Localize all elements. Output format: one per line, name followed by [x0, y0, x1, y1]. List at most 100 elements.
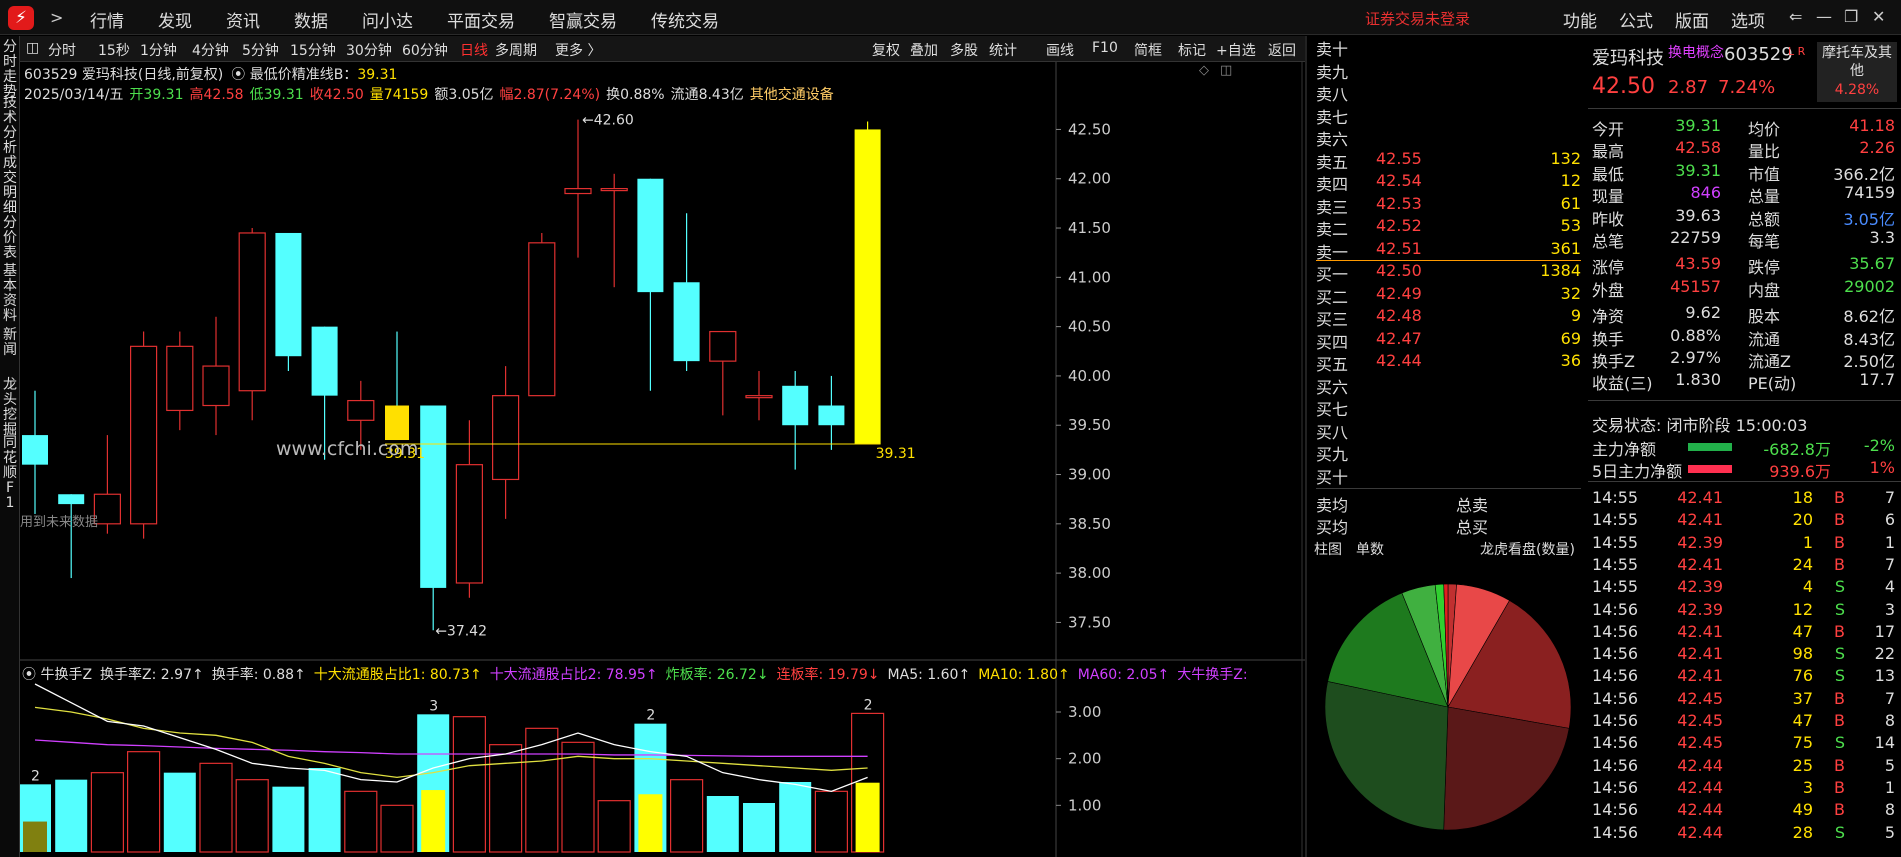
- turnover-bar[interactable]: [669, 779, 704, 853]
- candle[interactable]: [275, 232, 302, 371]
- turnover-bar[interactable]: [706, 796, 739, 852]
- candle[interactable]: [818, 375, 845, 450]
- turnover-bar[interactable]: [90, 772, 125, 853]
- candle[interactable]: [385, 331, 409, 441]
- buy-row[interactable]: 买六: [1316, 374, 1581, 397]
- candle[interactable]: [673, 213, 700, 371]
- period-3[interactable]: 4分钟: [192, 40, 229, 60]
- buy-row[interactable]: 买七: [1316, 396, 1581, 419]
- tool-8[interactable]: +自选: [1216, 40, 1256, 60]
- left-tab-1[interactable]: 技术分析: [0, 96, 20, 156]
- turnover-bar[interactable]: [272, 786, 305, 852]
- tool-7[interactable]: 标记: [1178, 40, 1206, 60]
- candle[interactable]: [854, 121, 881, 444]
- sell-row[interactable]: 卖十: [1316, 36, 1581, 59]
- tool-4[interactable]: 画线: [1046, 40, 1074, 60]
- turnover-bar[interactable]: [126, 751, 161, 853]
- period-5[interactable]: 15分钟: [290, 40, 336, 60]
- turnover-bar[interactable]: [163, 772, 196, 852]
- turnover-bar[interactable]: [779, 782, 812, 852]
- restore-icon[interactable]: ❐: [1844, 7, 1858, 26]
- buy-row[interactable]: 买九: [1316, 441, 1581, 464]
- left-tab-3[interactable]: 分价表: [0, 216, 20, 261]
- candle[interactable]: [129, 331, 158, 539]
- tool-1[interactable]: 叠加: [910, 40, 938, 60]
- tab-count[interactable]: 单数: [1356, 539, 1384, 559]
- sell-row[interactable]: 卖四 42.54 12: [1316, 171, 1581, 194]
- buy-row[interactable]: 买八: [1316, 419, 1581, 442]
- sell-row[interactable]: 卖一 42.51 361: [1316, 239, 1581, 262]
- turnover-bar[interactable]: [743, 803, 775, 852]
- sell-row[interactable]: 卖九: [1316, 59, 1581, 82]
- candle[interactable]: [564, 119, 592, 258]
- concept-tag[interactable]: 换电概念: [1668, 42, 1724, 62]
- turnover-bar[interactable]: [417, 714, 450, 852]
- forward-arrow-icon[interactable]: >: [50, 8, 63, 27]
- menu-item-5[interactable]: 平面交易: [447, 7, 515, 32]
- buy-row[interactable]: 买三 42.48 9: [1316, 306, 1581, 329]
- buy-row[interactable]: 买十: [1316, 464, 1581, 487]
- sell-row[interactable]: 卖八: [1316, 81, 1581, 104]
- minimize-icon[interactable]: —: [1816, 7, 1832, 26]
- left-tab-0[interactable]: 分时走势: [0, 40, 20, 100]
- menu-item-6[interactable]: 智赢交易: [549, 7, 617, 32]
- tool-2[interactable]: 多股: [950, 40, 978, 60]
- tool-9[interactable]: 返回: [1268, 40, 1296, 60]
- period-4[interactable]: 5分钟: [242, 40, 279, 60]
- candle[interactable]: [420, 405, 447, 631]
- tool-6[interactable]: 简框: [1134, 40, 1162, 60]
- sell-row[interactable]: 卖七: [1316, 104, 1581, 127]
- buy-row[interactable]: 买五 42.44 36: [1316, 351, 1581, 374]
- tool-5[interactable]: F10: [1092, 40, 1118, 56]
- candle[interactable]: [455, 420, 483, 598]
- period-6[interactable]: 30分钟: [346, 40, 392, 60]
- sell-row[interactable]: 卖五 42.55 132: [1316, 149, 1581, 172]
- candle[interactable]: [238, 228, 266, 421]
- candle[interactable]: [166, 331, 194, 431]
- right-menu-item-2[interactable]: 版面: [1675, 7, 1709, 32]
- turnover-bar[interactable]: [634, 723, 667, 852]
- period-9[interactable]: 多周期: [495, 40, 537, 60]
- tool-3[interactable]: 统计: [989, 40, 1017, 60]
- turnover-bar[interactable]: [19, 784, 51, 852]
- turnover-bar[interactable]: [380, 804, 414, 853]
- period-2[interactable]: 1分钟: [140, 40, 177, 60]
- turnover-bar[interactable]: [235, 779, 269, 853]
- left-tab-7[interactable]: 同花顺F1: [0, 436, 20, 511]
- period-1[interactable]: 15秒: [98, 40, 130, 60]
- period-10[interactable]: 更多 〉: [555, 40, 601, 60]
- turnover-bar[interactable]: [597, 800, 631, 853]
- menu-item-4[interactable]: 问小达: [362, 7, 413, 32]
- chart-panel-icon[interactable]: ◫: [1220, 63, 1232, 78]
- left-tab-5[interactable]: 新闻: [0, 328, 20, 358]
- turnover-bar[interactable]: [814, 790, 849, 853]
- sell-row[interactable]: 卖二 42.52 53: [1316, 216, 1581, 239]
- chart-opt-icon[interactable]: ◇: [1199, 63, 1209, 78]
- menu-item-3[interactable]: 数据: [294, 7, 328, 32]
- candle[interactable]: [528, 232, 556, 397]
- turnover-bar[interactable]: [452, 716, 486, 853]
- candle[interactable]: [745, 371, 773, 421]
- turnover-bar[interactable]: [850, 712, 885, 853]
- menu-item-2[interactable]: 资讯: [226, 7, 260, 32]
- turnover-bar[interactable]: [55, 779, 88, 852]
- sell-row[interactable]: 卖三 42.53 61: [1316, 194, 1581, 217]
- left-tab-2[interactable]: 成交明细: [0, 156, 20, 216]
- period-7[interactable]: 60分钟: [402, 40, 448, 60]
- buy-row[interactable]: 买一 42.50 1384: [1316, 261, 1581, 284]
- right-menu-item-0[interactable]: 功能: [1563, 7, 1597, 32]
- candle[interactable]: [637, 178, 664, 391]
- close-icon[interactable]: ✕: [1872, 7, 1885, 26]
- indicator-name[interactable]: ⦿ 牛换手Z: [22, 666, 92, 683]
- tab-bar-chart[interactable]: 柱图: [1314, 539, 1342, 559]
- candle[interactable]: [492, 366, 520, 519]
- candle[interactable]: [58, 494, 85, 579]
- left-tab-4[interactable]: 基本资料: [0, 264, 20, 324]
- kline-chart-area[interactable]: 42.50 42.00 41.50 41.00 40.50 40.00 39.50 39.00…: [19, 62, 1305, 857]
- buy-row[interactable]: 买二 42.49 32: [1316, 284, 1581, 307]
- menu-item-0[interactable]: 行情: [90, 7, 124, 32]
- buy-row[interactable]: 买四 42.47 69: [1316, 329, 1581, 352]
- candle[interactable]: [202, 316, 230, 436]
- left-tab-6[interactable]: 龙头挖掘: [0, 378, 20, 438]
- candle[interactable]: [600, 173, 628, 288]
